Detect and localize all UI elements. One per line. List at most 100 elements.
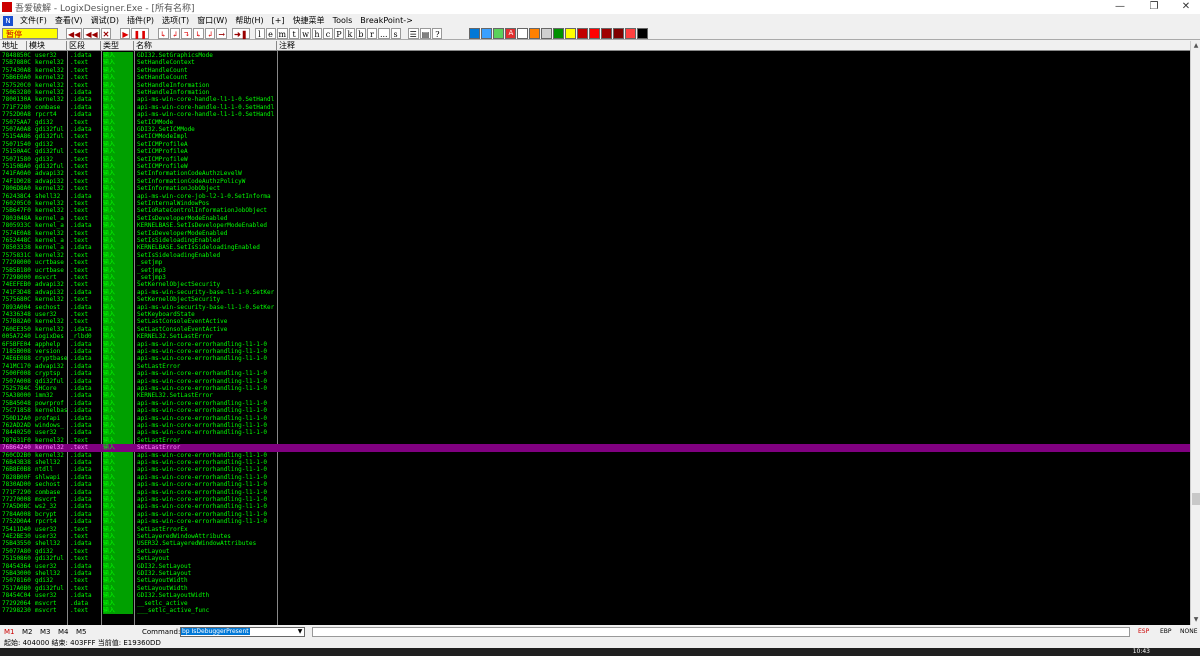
table-row[interactable]: 7800130A kernel32 .idata 输入 api-ms-win-core-…	[0, 96, 1190, 104]
table-row[interactable]: 771F7280 combase .idata 输入 api-ms-win-core-h…	[0, 103, 1190, 112]
table-row[interactable]: 7806D8A0 kernel32 .text 输入 SetInformationJob…	[0, 185, 1190, 193]
run-trace-button[interactable]: ...	[377, 27, 390, 39]
table-row[interactable]: 77292064 msvcrt .data 输入 __setlc_active	[0, 599, 1190, 607]
plugin-button[interactable]	[565, 27, 577, 39]
table-row[interactable]: 77270008 msvcrt .idata 输入 api-ms-win-core-er…	[0, 496, 1190, 504]
table-row[interactable]: 762AD2AD windows_ .idata 输入 api-ms-win-core-…	[0, 422, 1190, 430]
table-row[interactable]: 757B82A0 kernel32 .text 输入 SetLastConsoleEve…	[0, 318, 1190, 326]
ebp-flag[interactable]: EBP	[1160, 628, 1172, 635]
m3-button[interactable]: M3	[40, 628, 54, 636]
table-row[interactable]: 75150860 gdi32ful .text 输入 SetLayout	[0, 555, 1190, 563]
plugin-button[interactable]	[517, 27, 529, 39]
table-row[interactable]: 7848850C user32 .idata 输入 GDI32.SetGraphicsM…	[0, 52, 1190, 60]
table-row[interactable]: 7893A004 sechost .idata 输入 api-ms-win-securi…	[0, 303, 1190, 311]
table-row[interactable]: 7525784C SHCore .idata 输入 api-ms-win-core-er…	[0, 385, 1190, 393]
table-row[interactable]: 7574E0A8 kernel32 .text 输入 SetIsDeveloperMod…	[0, 229, 1190, 237]
table-row[interactable]: 7507A008 gdi32ful .idata 输入 api-ms-win-core-…	[0, 377, 1190, 385]
menu-breakpoint[interactable]: BreakPoint->	[356, 16, 417, 25]
handles-button[interactable]: h	[311, 27, 322, 39]
step-over-icon[interactable]: ↲	[169, 27, 181, 39]
table-row[interactable]: 74F1D028 advapi32 .text 输入 SetInformationCod…	[0, 177, 1190, 186]
menu-app-icon[interactable]: N	[3, 15, 13, 26]
table-row[interactable]: 7575680C kernel32 .text 输入 SetKernelObjectSe…	[0, 296, 1190, 304]
table-row[interactable]: 7575831C kernel32 .text 输入 SetIsSideloadingE…	[0, 251, 1190, 260]
call-stack-button[interactable]: k	[344, 27, 355, 39]
trace-over-icon[interactable]: ↳	[193, 27, 204, 39]
cpu-button[interactable]: c	[322, 27, 333, 39]
chevron-down-icon[interactable]: ▼	[296, 628, 304, 636]
col-module[interactable]: 模块	[27, 41, 67, 51]
table-row[interactable]: 75071580 gdi32 .text 输入 SetICMProfileW	[0, 155, 1190, 163]
run-to-icon[interactable]: ➜❚	[232, 27, 250, 39]
table-row[interactable]: 76B8E0B8 ntdll .idata 输入 api-ms-win-core-err…	[0, 466, 1190, 474]
plugin-button[interactable]	[493, 27, 505, 39]
table-row[interactable]: 78454364 user32 .idata 输入 GDI32.SetLayout	[0, 562, 1190, 570]
execute-till-return-icon[interactable]: ↲	[204, 27, 216, 39]
table-row[interactable]: 741MC170 advapi32 .idata 输入 SetLastError	[0, 362, 1190, 371]
table-row[interactable]: 7507A0A8 gdi32ful .idata 输入 GDI32.SetICMMode	[0, 126, 1190, 134]
table-row[interactable]: 75B5B180 ucrtbase .text 输入 _setjmp3	[0, 266, 1190, 274]
plugin-button[interactable]	[637, 27, 649, 39]
m5-button[interactable]: M5	[76, 628, 90, 636]
menu-file[interactable]: 文件(F)	[16, 15, 51, 26]
plugin-button[interactable]	[529, 27, 541, 39]
table-row[interactable]: 75150A4C gdi32ful .text 输入 SetICMProfileA	[0, 148, 1190, 156]
plugin-button[interactable]	[481, 27, 493, 39]
table-row[interactable]: 76B43B38 shell32 .idata 输入 api-ms-win-core-e…	[0, 459, 1190, 467]
command-input[interactable]: bp IsDebuggerPresent ▼	[180, 627, 305, 637]
help-icon[interactable]: ?	[432, 27, 443, 39]
menu-window[interactable]: 窗口(W)	[193, 15, 231, 26]
plugin-button[interactable]	[577, 27, 589, 39]
col-address[interactable]: 地址	[0, 41, 27, 51]
plugin-button[interactable]	[553, 27, 565, 39]
table-row[interactable]: 771F7290 combase .idata 输入 api-ms-win-core-e…	[0, 488, 1190, 496]
col-name[interactable]: 名称	[134, 41, 277, 51]
patches-button[interactable]: P	[333, 27, 344, 39]
plugin-button[interactable]: A	[505, 27, 517, 39]
options-icon[interactable]: ▤	[419, 27, 432, 39]
vertical-scrollbar[interactable]: ▲ ▼	[1190, 41, 1200, 625]
memory-map-button[interactable]: m	[276, 27, 289, 39]
table-row[interactable]: 75150BA0 gdi32ful .text 输入 SetICMProfileW	[0, 163, 1190, 171]
menu-debug[interactable]: 调试(D)	[87, 15, 123, 26]
table-row[interactable]: 760205C0 kernel32 .text 输入 SetInternalWindow…	[0, 200, 1190, 208]
table-row[interactable]: 760CD2B0 kernel32 .idata 输入 api-ms-win-core-…	[0, 451, 1190, 459]
col-comment[interactable]: 注释	[277, 41, 1190, 51]
maximize-button[interactable]: ❐	[1138, 0, 1170, 14]
close-process-icon[interactable]: ✕	[100, 27, 112, 39]
none-flag[interactable]: NONE	[1180, 628, 1198, 635]
table-row[interactable]: 75078160 gdi32 .text 输入 SetLayoutWidth	[0, 577, 1190, 585]
executable-modules-button[interactable]: e	[265, 27, 276, 39]
table-row[interactable]: 760EE350 kernel32 .idata 输入 SetLastConsoleEv…	[0, 325, 1190, 334]
menu-shortcut[interactable]: 快捷菜单	[289, 15, 329, 26]
goto-icon[interactable]: →	[216, 27, 228, 39]
m4-button[interactable]: M4	[58, 628, 72, 636]
table-row[interactable]: 762438C4 shell32 .idata 输入 api-ms-win-core-j…	[0, 192, 1190, 200]
menu-help[interactable]: 帮助(H)	[231, 15, 267, 26]
m1-button[interactable]: M1	[4, 628, 18, 636]
table-row[interactable]: 787631F0 kernel32 .text 输入 SetLastError	[0, 436, 1190, 445]
table-row[interactable]: 7803048A kernel_a .text 输入 SetIsDeveloperMod…	[0, 214, 1190, 223]
plugin-button[interactable]	[613, 27, 625, 39]
plugin-button[interactable]	[589, 27, 601, 39]
scroll-thumb[interactable]	[1192, 493, 1200, 505]
table-row[interactable]: 78454C04 user32 .idata 输入 GDI32.SetLayoutWid…	[0, 592, 1190, 600]
plugin-button[interactable]	[469, 27, 481, 39]
menu-plugins[interactable]: 插件(P)	[123, 15, 158, 26]
breakpoints-button[interactable]: b	[355, 27, 366, 39]
menu-options[interactable]: 选项(T)	[158, 15, 193, 26]
plugin-button[interactable]	[625, 27, 637, 39]
restart-icon[interactable]: ◀◀	[83, 27, 100, 39]
table-row[interactable]: 74E6E088 cryptbase .idata 输入 api-ms-win-core…	[0, 355, 1190, 363]
table-row[interactable]: 75C71858 kernelbase.idata 输入 api-ms-win-cor…	[0, 407, 1190, 415]
table-row[interactable]: 7185B008 version .idata 输入 api-ms-win-core-e…	[0, 348, 1190, 356]
table-row[interactable]: 741FA0A0 advapi32 .text 输入 SetInformationCod…	[0, 170, 1190, 178]
references-button[interactable]: r	[366, 27, 377, 39]
open-icon[interactable]: ◀◀	[66, 27, 83, 39]
table-row[interactable]: 75411D40 user32 .text 输入 SetLastErrorEx	[0, 525, 1190, 533]
table-row[interactable]: 77298000 ucrtbase .text 输入 _setjmp	[0, 259, 1190, 267]
table-row[interactable]: 75B647F0 kernel32 .text 输入 SetIoRateControlI…	[0, 207, 1190, 215]
step-into-icon[interactable]: ↳	[157, 27, 169, 39]
scroll-down-icon[interactable]: ▼	[1191, 615, 1200, 625]
table-row[interactable]: 78503338 kernel_a .idata 输入 KERNELBASE.SetIs…	[0, 244, 1190, 252]
